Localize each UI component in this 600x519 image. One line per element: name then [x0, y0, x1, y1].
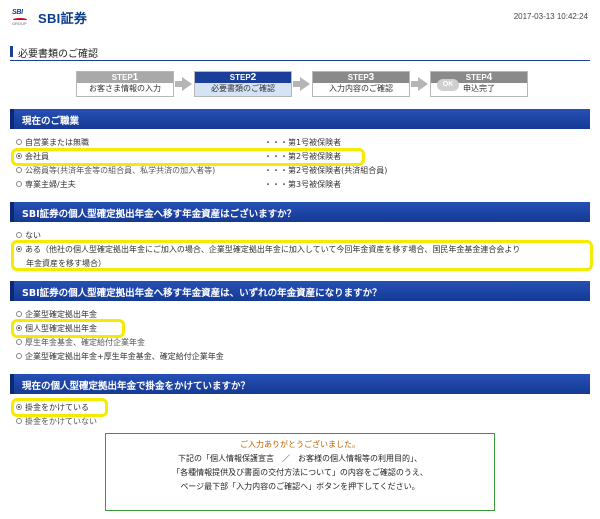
logo-group-text: GROUP	[12, 20, 27, 26]
step-3-head: STEP3	[313, 72, 409, 83]
option-label: 専業主婦/主夫	[25, 180, 76, 189]
radio-icon[interactable]	[16, 180, 22, 187]
logo-small-text: SBI	[12, 8, 23, 16]
radio-contribution-yes[interactable]: 掛金をかけている	[16, 402, 89, 414]
radio-checked-icon[interactable]	[16, 152, 22, 159]
step-2: STEP2 必要書類のご確認	[194, 71, 292, 97]
radio-icon[interactable]	[16, 417, 22, 424]
option-note: ・・・第1号被保険者	[264, 138, 342, 147]
radio-icon[interactable]	[16, 338, 22, 345]
title-divider	[10, 60, 590, 61]
radio-asset-combined[interactable]: 企業型確定拠出年金+厚生年金基金、確定給付企業年金	[16, 351, 224, 363]
step-indicator: STEP1 お客さま情報の入力 STEP2 必要書類のご確認 STEP3 入力内…	[76, 71, 528, 97]
step-arrow-icon	[293, 77, 310, 91]
option-note: ・・・第3号被保険者	[264, 180, 342, 189]
radio-checked-icon[interactable]	[16, 245, 22, 252]
section-header-contribution: 現在の個人型確定拠出年金で掛金をかけていますか？	[10, 374, 590, 394]
radio-icon[interactable]	[16, 231, 22, 238]
option-label: 公務員等(共済年金等の組合員、私学共済の加入者等)	[25, 166, 216, 175]
radio-transfer-exists[interactable]: ある（他社の個人型確定拠出年金にご加入の場合、企業型確定拠出年金に加入していて今…	[16, 244, 520, 256]
option-label-continued: 年金資産を移す場合）	[26, 259, 106, 268]
radio-checked-icon[interactable]	[16, 403, 22, 410]
section-header-occupation: 現在のご職業	[10, 109, 590, 129]
confirmation-notice: ご入力ありがとうございました。 下記の「個人情報保護宣言 ／ お客様の個人情報等…	[105, 433, 495, 511]
option-label: 掛金をかけていない	[25, 417, 97, 426]
step-3-head-text: STEP	[347, 73, 369, 82]
option-label: 個人型確定拠出年金	[25, 324, 97, 333]
section-header-asset-type: SBI証券の個人型確定拠出年金へ移す年金資産は、いずれの年金資産になりますか？	[10, 281, 590, 301]
step-1-head: STEP1	[77, 72, 173, 83]
radio-occupation-employee[interactable]: 会社員 ・・・第2号被保険者	[16, 151, 341, 163]
step-3-label: 入力内容のご確認	[313, 83, 409, 96]
step-4: STEP4 申込完了 OK	[430, 71, 528, 97]
page-title-bar: 必要書類のご確認	[10, 45, 590, 60]
radio-asset-individual-dc[interactable]: 個人型確定拠出年金	[16, 323, 97, 335]
notice-line: 下記の「個人情報保護宣言 ／ お客様の個人情報等の利用目的」、	[178, 454, 422, 463]
option-label: 会社員	[25, 152, 49, 161]
option-label: 自営業または無職	[25, 138, 89, 147]
radio-transfer-none[interactable]: ない	[16, 230, 41, 242]
logo-text: SBI証券	[38, 11, 88, 26]
radio-icon[interactable]	[16, 166, 22, 173]
sbi-logo[interactable]: SBI GROUP SBI証券	[12, 8, 87, 27]
radio-occupation-self-employed[interactable]: 自営業または無職 ・・・第1号被保険者	[16, 137, 341, 149]
option-note: ・・・第2号被保険者	[264, 152, 342, 161]
sbi-logo-mark: SBI GROUP	[12, 9, 36, 27]
step-1-label: お客さま情報の入力	[77, 83, 173, 96]
step-2-head: STEP2	[195, 72, 291, 83]
section-title: 現在の個人型確定拠出年金で掛金をかけていますか？	[22, 381, 251, 392]
section-title: SBI証券の個人型確定拠出年金へ移す年金資産はございますか？	[22, 209, 297, 220]
section-title: 現在のご職業	[22, 116, 80, 127]
notice-line: ご入力ありがとうございました。	[240, 440, 360, 449]
radio-occupation-homemaker[interactable]: 専業主婦/主夫 ・・・第3号被保険者	[16, 179, 341, 191]
section-title: SBI証券の個人型確定拠出年金へ移す年金資産は、いずれの年金資産になりますか？	[22, 288, 382, 299]
option-label: 掛金をかけている	[25, 403, 89, 412]
option-label: ない	[25, 231, 41, 240]
step-1: STEP1 お客さま情報の入力	[76, 71, 174, 97]
option-label: 厚生年金基金、確定給付企業年金	[25, 338, 145, 347]
step-4-head-text: STEP	[465, 73, 487, 82]
radio-contribution-no[interactable]: 掛金をかけていない	[16, 416, 97, 428]
option-label: ある（他社の個人型確定拠出年金にご加入の場合、企業型確定拠出年金に加入していて今…	[25, 245, 521, 254]
radio-asset-pension-fund[interactable]: 厚生年金基金、確定給付企業年金	[16, 337, 145, 349]
title-accent	[10, 46, 13, 57]
option-label: 企業型確定拠出年金	[25, 310, 97, 319]
step-arrow-icon	[175, 77, 192, 91]
radio-checked-icon[interactable]	[16, 324, 22, 331]
step-1-head-text: STEP	[111, 73, 133, 82]
step-2-number: 2	[250, 72, 257, 83]
step-4-number: 4	[486, 72, 493, 83]
notice-line: ページ最下部「入力内容のご確認へ」ボタンを押下してください。	[180, 482, 420, 491]
option-label: 企業型確定拠出年金+厚生年金基金、確定給付企業年金	[25, 352, 224, 361]
timestamp: 2017-03-13 10:42:24	[513, 12, 588, 21]
step-2-label: 必要書類のご確認	[195, 83, 291, 96]
radio-icon[interactable]	[16, 352, 22, 359]
ok-badge-icon: OK	[437, 79, 459, 91]
radio-icon[interactable]	[16, 310, 22, 317]
step-3-number: 3	[368, 72, 375, 83]
header: SBI GROUP SBI証券 2017-03-13 10:42:24	[0, 0, 600, 32]
section-header-transfer-assets: SBI証券の個人型確定拠出年金へ移す年金資産はございますか？	[10, 202, 590, 222]
notice-line: 「各種情報提供及び書面の交付方法について」の内容をご確認のうえ、	[172, 468, 428, 477]
step-1-number: 1	[132, 72, 139, 83]
radio-occupation-public-servant[interactable]: 公務員等(共済年金等の組合員、私学共済の加入者等) ・・・第2号被保険者(共済組…	[16, 165, 387, 177]
step-3: STEP3 入力内容のご確認	[312, 71, 410, 97]
radio-icon[interactable]	[16, 138, 22, 145]
option-note: ・・・第2号被保険者(共済組合員)	[264, 166, 388, 175]
step-arrow-icon	[411, 77, 428, 91]
page-title: 必要書類のご確認	[18, 49, 98, 60]
radio-asset-corporate-dc[interactable]: 企業型確定拠出年金	[16, 309, 97, 321]
step-2-head-text: STEP	[229, 73, 251, 82]
